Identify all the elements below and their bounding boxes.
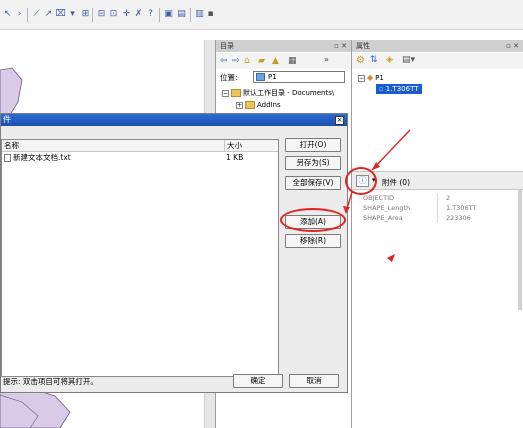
annotation-arrows xyxy=(343,129,411,262)
